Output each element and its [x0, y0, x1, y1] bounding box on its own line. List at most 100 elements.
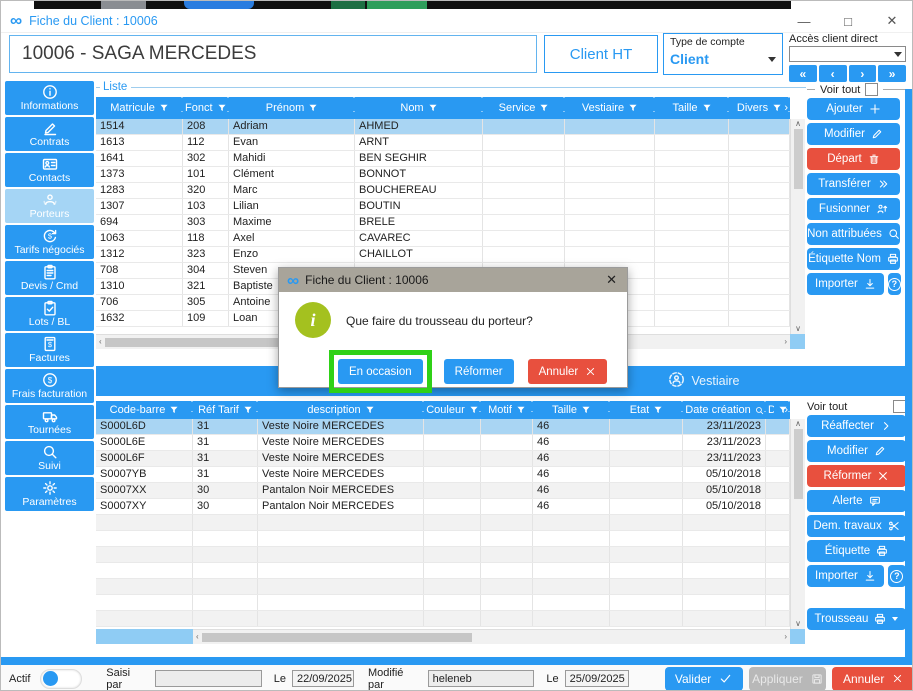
client-ht-button[interactable]: Client HT: [544, 35, 658, 73]
sidebar-item-frais-facturation[interactable]: $Frais facturation: [5, 369, 94, 403]
scroll-up-icon[interactable]: ∧: [795, 120, 801, 128]
en-occasion-dialog-button[interactable]: En occasion: [338, 359, 423, 384]
sidebar-item-contrats[interactable]: Contrats: [5, 117, 94, 151]
table-row[interactable]: 1373101ClémentBONNOT: [96, 167, 790, 183]
sort-carets[interactable]: ˆˇ: [788, 97, 790, 119]
nav-next-button[interactable]: ›: [849, 65, 877, 82]
modifier-button[interactable]: Modifier: [807, 123, 900, 145]
r-former-dialog-button[interactable]: Réformer: [444, 359, 514, 384]
appliquer-button[interactable]: Appliquer: [749, 667, 827, 691]
nav-prev-button[interactable]: ‹: [819, 65, 847, 82]
sidebar-item-lots-bl[interactable]: Lots / BL: [5, 297, 94, 331]
table-row[interactable]: 1312323EnzoCHAILLOT: [96, 247, 790, 263]
table-row[interactable]: S000L6D31Veste Noire MERCEDES4623/11/202…: [96, 419, 790, 435]
valider-button[interactable]: Valider: [665, 667, 743, 691]
column-header-vestiaire[interactable]: Vestiaireˆˇ: [565, 97, 655, 119]
table-row[interactable]: 1307103LilianBOUTIN: [96, 199, 790, 215]
column-header-dern[interactable]: Dernˆˇ›: [766, 401, 790, 419]
acces-client-direct-select[interactable]: [789, 46, 906, 62]
column-header-taille[interactable]: Tailleˆˇ: [533, 401, 610, 419]
type-de-compte-select[interactable]: Client: [670, 51, 776, 67]
annuler-dialog-button[interactable]: Annuler: [528, 359, 608, 384]
close-button[interactable]: ✕: [870, 13, 913, 29]
scroll-down-icon[interactable]: ∨: [795, 620, 801, 628]
modifier-button[interactable]: Modifier: [807, 440, 906, 462]
fusionner-button[interactable]: Fusionner: [807, 198, 900, 220]
column-header-matricule[interactable]: Matriculeˆˇ: [96, 97, 183, 119]
column-header-divers[interactable]: Diversˆˇ›: [729, 97, 790, 119]
help-button[interactable]: ?: [888, 565, 906, 587]
sidebar-item-param-tres[interactable]: Paramètres: [5, 477, 94, 511]
minimize-button[interactable]: —: [782, 14, 826, 29]
column-header-pr-nom[interactable]: Prénomˆˇ: [229, 97, 355, 119]
column-header-date-cr-ation[interactable]: Date créationˆˇ: [683, 401, 766, 419]
column-header-r-f-tarif[interactable]: Réf Tarifˆˇ: [193, 401, 258, 419]
column-header-service[interactable]: Serviceˆˇ: [483, 97, 565, 119]
sort-carets[interactable]: ˆˇ: [788, 401, 790, 419]
actif-toggle[interactable]: [40, 669, 82, 689]
sidebar-item-tarifs-n-goci-s[interactable]: $Tarifs négociés: [5, 225, 94, 259]
scroll-up-icon[interactable]: ∧: [795, 420, 801, 428]
saisi-par-field[interactable]: [155, 670, 262, 687]
sidebar-item-factures[interactable]: $Factures: [5, 333, 94, 367]
table-row[interactable]: 694303MaximeBRELE: [96, 215, 790, 231]
column-header-etat[interactable]: Etatˆˇ: [610, 401, 683, 419]
importer-button[interactable]: Importer: [807, 565, 884, 587]
scroll-left-icon[interactable]: ‹: [99, 338, 102, 346]
table-row[interactable]: 1063118AxelCAVAREC: [96, 231, 790, 247]
scroll-right-icon[interactable]: ›: [784, 633, 787, 641]
table-row[interactable]: 1283320MarcBOUCHEREAU: [96, 183, 790, 199]
column-header-taille[interactable]: Tailleˆˇ: [655, 97, 729, 119]
tiquette-button[interactable]: Étiquette: [807, 540, 906, 562]
ajouter-button[interactable]: Ajouter: [807, 98, 900, 120]
table-row[interactable]: S000L6E31Veste Noire MERCEDES4623/11/202…: [96, 435, 790, 451]
modifie-par-field[interactable]: heleneb: [428, 670, 535, 687]
scroll-right-icon[interactable]: ›: [784, 338, 787, 346]
scroll-left-icon[interactable]: ‹: [196, 633, 199, 641]
column-header-motif[interactable]: Motifˆˇ: [481, 401, 533, 419]
maximize-button[interactable]: □: [826, 14, 870, 29]
vestiaire-vertical-scrollbar[interactable]: ∧ ∨: [790, 419, 805, 629]
column-header-code-barre[interactable]: Code-barreˆˇ: [96, 401, 193, 419]
sidebar-item-suivi[interactable]: Suivi: [5, 441, 94, 475]
r-affecter-button[interactable]: Réaffecter: [807, 415, 906, 437]
r-former-button[interactable]: Réformer: [807, 465, 906, 487]
sidebar-item-informations[interactable]: Informations: [5, 81, 94, 115]
column-header-description[interactable]: descriptionˆˇ: [258, 401, 424, 419]
column-header-nom[interactable]: Nomˆˇ: [355, 97, 483, 119]
date-saisie-field[interactable]: 22/09/2025: [292, 670, 354, 687]
annuler-button[interactable]: Annuler: [832, 667, 913, 691]
client-title-field[interactable]: 10006 - SAGA MERCEDES: [9, 35, 537, 73]
table-row[interactable]: 1514208AdriamAHMED: [96, 119, 790, 135]
date-modif-field[interactable]: 25/09/2025: [565, 670, 629, 687]
dem-travaux-button[interactable]: Dem. travaux: [807, 515, 906, 537]
expand-columns-icon[interactable]: ›: [784, 404, 788, 416]
sidebar-item-porteurs[interactable]: Porteurs: [5, 189, 94, 223]
importer-button[interactable]: Importer: [807, 273, 884, 295]
trousseau-button[interactable]: Trousseau: [807, 608, 906, 630]
table-row[interactable]: S0007XY30Pantalon Noir MERCEDES4605/10/2…: [96, 499, 790, 515]
expand-columns-icon[interactable]: ›: [784, 102, 788, 114]
help-button[interactable]: ?: [888, 273, 901, 295]
scroll-down-icon[interactable]: ∨: [795, 325, 801, 333]
alerte-button[interactable]: Alerte: [807, 490, 906, 512]
table-row[interactable]: 1641302MahidiBEN SEGHIR: [96, 151, 790, 167]
vestiaire-horizontal-scrollbar[interactable]: ‹ ›: [193, 629, 790, 644]
table-row[interactable]: S0007XX30Pantalon Noir MERCEDES4605/10/2…: [96, 483, 790, 499]
nav-last-button[interactable]: »: [878, 65, 906, 82]
table-row[interactable]: 1613112EvanARNT: [96, 135, 790, 151]
tiquette-nom-button[interactable]: Étiquette Nom: [807, 248, 900, 270]
column-header-couleur[interactable]: Couleurˆˇ: [424, 401, 481, 419]
sidebar-item-contacts[interactable]: Contacts: [5, 153, 94, 187]
dialog-close-icon[interactable]: ✕: [602, 272, 621, 288]
porteurs-vertical-scrollbar[interactable]: ∧ ∨: [790, 119, 805, 334]
table-row[interactable]: S0007YB31Veste Noire MERCEDES4605/10/201…: [96, 467, 790, 483]
table-row[interactable]: S000L6F31Veste Noire MERCEDES4623/11/202…: [96, 451, 790, 467]
sidebar-item-tourn-es[interactable]: Tournées: [5, 405, 94, 439]
nav-first-button[interactable]: «: [789, 65, 817, 82]
sidebar-item-devis-cmd[interactable]: Devis / Cmd: [5, 261, 94, 295]
column-header-fonction[interactable]: Fonctionˆˇ: [183, 97, 229, 119]
transf-rer-button[interactable]: Transférer: [807, 173, 900, 195]
d-part-button[interactable]: Départ: [807, 148, 900, 170]
voir-tout-checkbox[interactable]: [865, 83, 878, 96]
